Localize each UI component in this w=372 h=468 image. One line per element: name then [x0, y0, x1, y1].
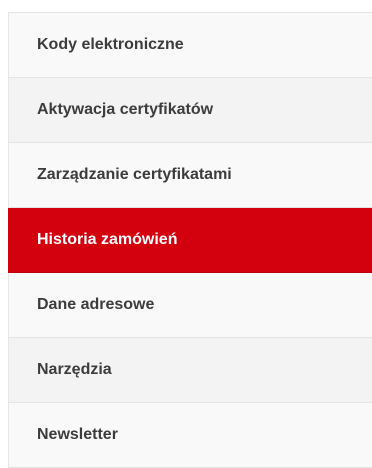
menu-item-label: Narzędzia [37, 361, 112, 378]
menu-item-label: Historia zamówień [37, 231, 178, 248]
menu-item-dane-adresowe[interactable]: Dane adresowe [8, 273, 372, 338]
menu-item-historia-zamowien[interactable]: Historia zamówień [8, 208, 372, 273]
menu-item-label: Dane adresowe [37, 296, 155, 313]
menu-item-newsletter[interactable]: Newsletter [8, 403, 372, 468]
menu-item-narzedzia[interactable]: Narzędzia [8, 338, 372, 403]
menu-item-label: Newsletter [37, 426, 118, 443]
menu-item-aktywacja-certyfikatow[interactable]: Aktywacja certyfikatów [8, 78, 372, 143]
menu-item-zarzadzanie-certyfikatami[interactable]: Zarządzanie certyfikatami [8, 143, 372, 208]
menu-item-label: Kody elektroniczne [37, 36, 184, 53]
menu-item-label: Aktywacja certyfikatów [37, 101, 214, 118]
account-side-menu: Kody elektroniczne Aktywacja certyfikató… [8, 12, 372, 468]
menu-item-kody-elektroniczne[interactable]: Kody elektroniczne [8, 13, 372, 78]
menu-item-label: Zarządzanie certyfikatami [37, 166, 232, 183]
